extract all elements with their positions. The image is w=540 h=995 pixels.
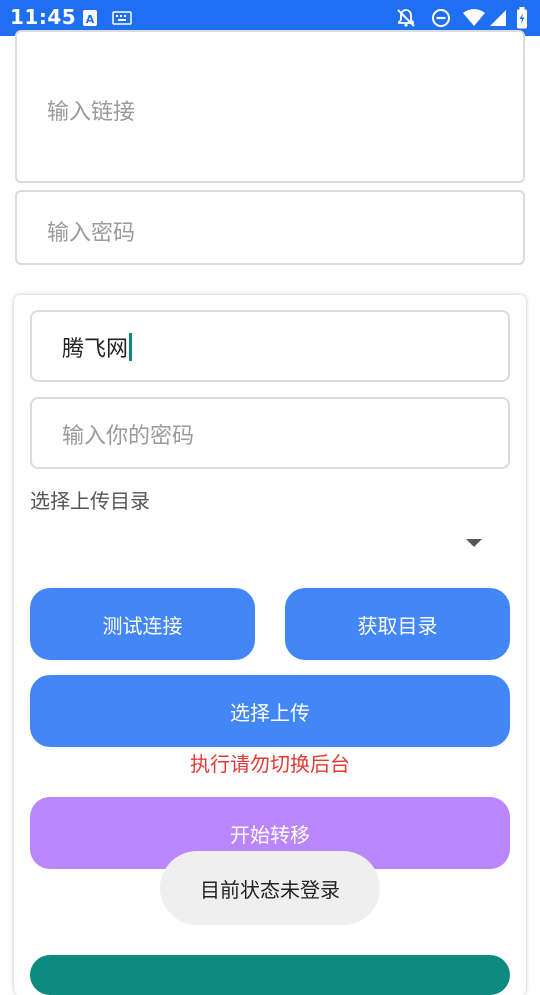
bottom-action-button[interactable] xyxy=(30,955,510,995)
select-directory-label: 选择上传目录 xyxy=(30,489,150,513)
password-input-placeholder: 输入密码 xyxy=(47,221,136,246)
svg-text:A: A xyxy=(86,13,95,26)
site-password-input[interactable]: 输入你的密码 xyxy=(30,397,510,469)
link-input[interactable]: 输入链接 xyxy=(15,30,525,183)
warning-text: 执行请勿切换后台 xyxy=(190,752,350,776)
link-input-placeholder: 输入链接 xyxy=(47,100,136,125)
site-password-placeholder: 输入你的密码 xyxy=(62,424,195,449)
site-name-input[interactable]: 腾飞网 xyxy=(30,310,510,382)
wifi-icon xyxy=(462,8,486,28)
test-connection-button[interactable]: 测试连接 xyxy=(30,588,255,660)
get-directory-button[interactable]: 获取目录 xyxy=(285,588,510,660)
bell-off-icon xyxy=(396,8,416,28)
battery-icon xyxy=(516,7,528,29)
password-input[interactable]: 输入密码 xyxy=(15,190,525,265)
keyboard-icon xyxy=(112,8,132,28)
dropdown-arrow-icon[interactable] xyxy=(466,539,482,547)
status-time: 11:45 xyxy=(10,5,77,29)
dnd-icon xyxy=(431,8,451,28)
status-toast: 目前状态未登录 xyxy=(160,851,380,925)
a-badge-icon: A xyxy=(82,8,98,28)
select-upload-button[interactable]: 选择上传 xyxy=(30,675,510,747)
signal-icon xyxy=(489,8,507,28)
text-caret xyxy=(129,333,133,361)
site-name-value: 腾飞网 xyxy=(62,337,129,362)
directory-dropdown[interactable] xyxy=(30,521,510,565)
